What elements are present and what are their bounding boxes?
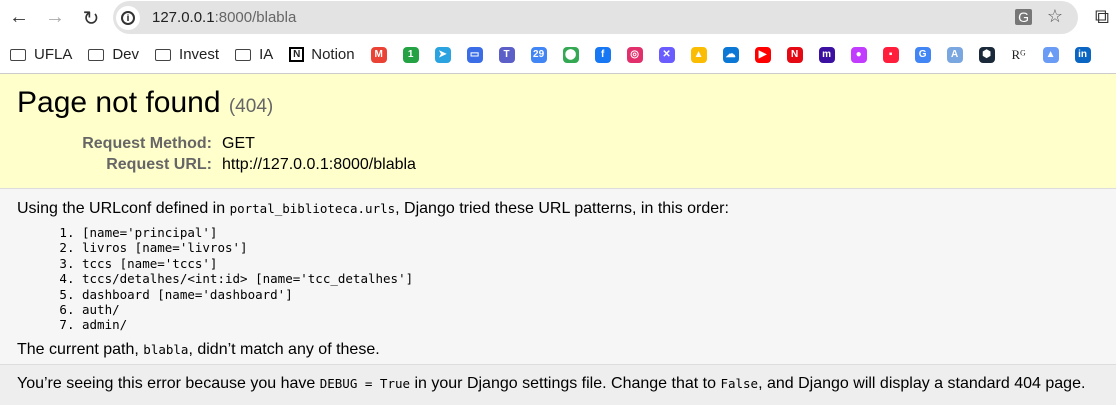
m-icon[interactable]: m [818, 46, 835, 63]
researchgate-icon[interactable]: Rᴳ [1010, 46, 1027, 63]
drive-icon[interactable]: ▲ [690, 46, 707, 63]
reload-icon[interactable]: ↻ [79, 6, 103, 31]
bookmarks-bar: UFLA Dev Invest IA N Notion M 1 ➤ ▭ T 29 ⬤ f ◎ ✕ ▲ ☁ ▶ Nm ● ▪… [0, 36, 1116, 74]
youtube-icon[interactable]: ▶ [754, 46, 771, 63]
request-meta: Request Method: GET Request URL: http://12… [17, 134, 416, 176]
translate-page-icon[interactable]: G [1015, 9, 1032, 25]
teams-icon[interactable]: T [498, 46, 515, 63]
current-path-text: The current path, blabla, didn’t match a… [17, 340, 380, 358]
url-text[interactable]: 127.0.0.1:8000/blabla [152, 9, 296, 26]
hexagon-app-icon[interactable]: ⬢ [978, 46, 995, 63]
address-bar[interactable]: i 127.0.0.1:8000/blabla G ☆ [113, 1, 1078, 34]
bookmark-invest[interactable]: Invest [155, 46, 219, 63]
url-pattern: dashboard [name='dashboard'] [82, 287, 1099, 302]
netflix-icon[interactable]: N [786, 46, 803, 63]
telegram-icon[interactable]: ➤ [434, 46, 451, 63]
url-pattern: livros [name='livros'] [82, 240, 1099, 255]
color-wheel-icon[interactable]: ● [850, 46, 867, 63]
error-summary: Page not found (404) Request Method: GET … [0, 74, 1116, 189]
bookmark-star-icon[interactable]: ☆ [1047, 6, 1063, 27]
bank-icon[interactable]: ✕ [658, 46, 675, 63]
folder-icon [88, 48, 105, 61]
notion-icon: N [289, 47, 305, 62]
url-pattern: tccs [name='tccs'] [82, 256, 1099, 271]
onedrive-icon[interactable]: ☁ [722, 46, 739, 63]
linkedin-icon[interactable]: in [1074, 46, 1091, 63]
maps-icon[interactable]: ⬤ [562, 46, 579, 63]
page-title: Page not found (404) [17, 86, 274, 119]
urlconf-intro: Using the URLconf defined in portal_bibl… [17, 200, 729, 217]
instagram-icon[interactable]: ◎ [626, 46, 643, 63]
translate-icon[interactable]: A [946, 46, 963, 63]
bookmark-ia[interactable]: IA [235, 46, 273, 63]
folder-icon [155, 48, 172, 61]
url-patterns-list: [name='principal']livros [name='livros']… [82, 225, 1099, 333]
graduation-cap-icon[interactable]: ▲ [1042, 46, 1059, 63]
folder-icon [235, 48, 252, 61]
back-icon[interactable]: ← [7, 6, 31, 29]
error-info: Using the URLconf defined in portal_bibl… [0, 189, 1116, 365]
extensions-icon[interactable]: ⧉ [1090, 6, 1114, 29]
url-pattern: tccs/detalhes/<int:id> [name='tcc_detalh… [82, 271, 1099, 286]
folder-icon [10, 48, 26, 61]
bookmark-dev[interactable]: Dev [88, 46, 139, 63]
calendar-icon[interactable]: 29 [530, 46, 547, 63]
url-pattern: admin/ [82, 317, 1099, 332]
whatsapp-icon[interactable]: 1 [402, 46, 419, 63]
debug-explanation: You’re seeing this error because you hav… [0, 365, 1116, 405]
bookmark-notion[interactable]: N Notion [289, 46, 355, 63]
method-label: Request Method: [82, 135, 212, 152]
bookmark-ufla[interactable]: UFLA [10, 46, 72, 63]
facebook-icon[interactable]: f [594, 46, 611, 63]
gmail-icon[interactable]: M [370, 46, 387, 63]
site-info-icon[interactable]: i [116, 5, 140, 30]
google-translate-icon[interactable]: G [914, 46, 931, 63]
chat-icon[interactable]: ▭ [466, 46, 483, 63]
url-pattern: auth/ [82, 302, 1099, 317]
forward-icon[interactable]: → [43, 6, 67, 29]
method-value: GET [222, 135, 255, 152]
url-value: http://127.0.0.1:8000/blabla [222, 156, 416, 173]
red-app-icon[interactable]: ▪ [882, 46, 899, 63]
url-label: Request URL: [106, 156, 212, 173]
browser-toolbar: ← → ↻ i 127.0.0.1:8000/blabla G ☆ ⧉ [0, 0, 1116, 36]
url-pattern: [name='principal'] [82, 225, 1099, 240]
